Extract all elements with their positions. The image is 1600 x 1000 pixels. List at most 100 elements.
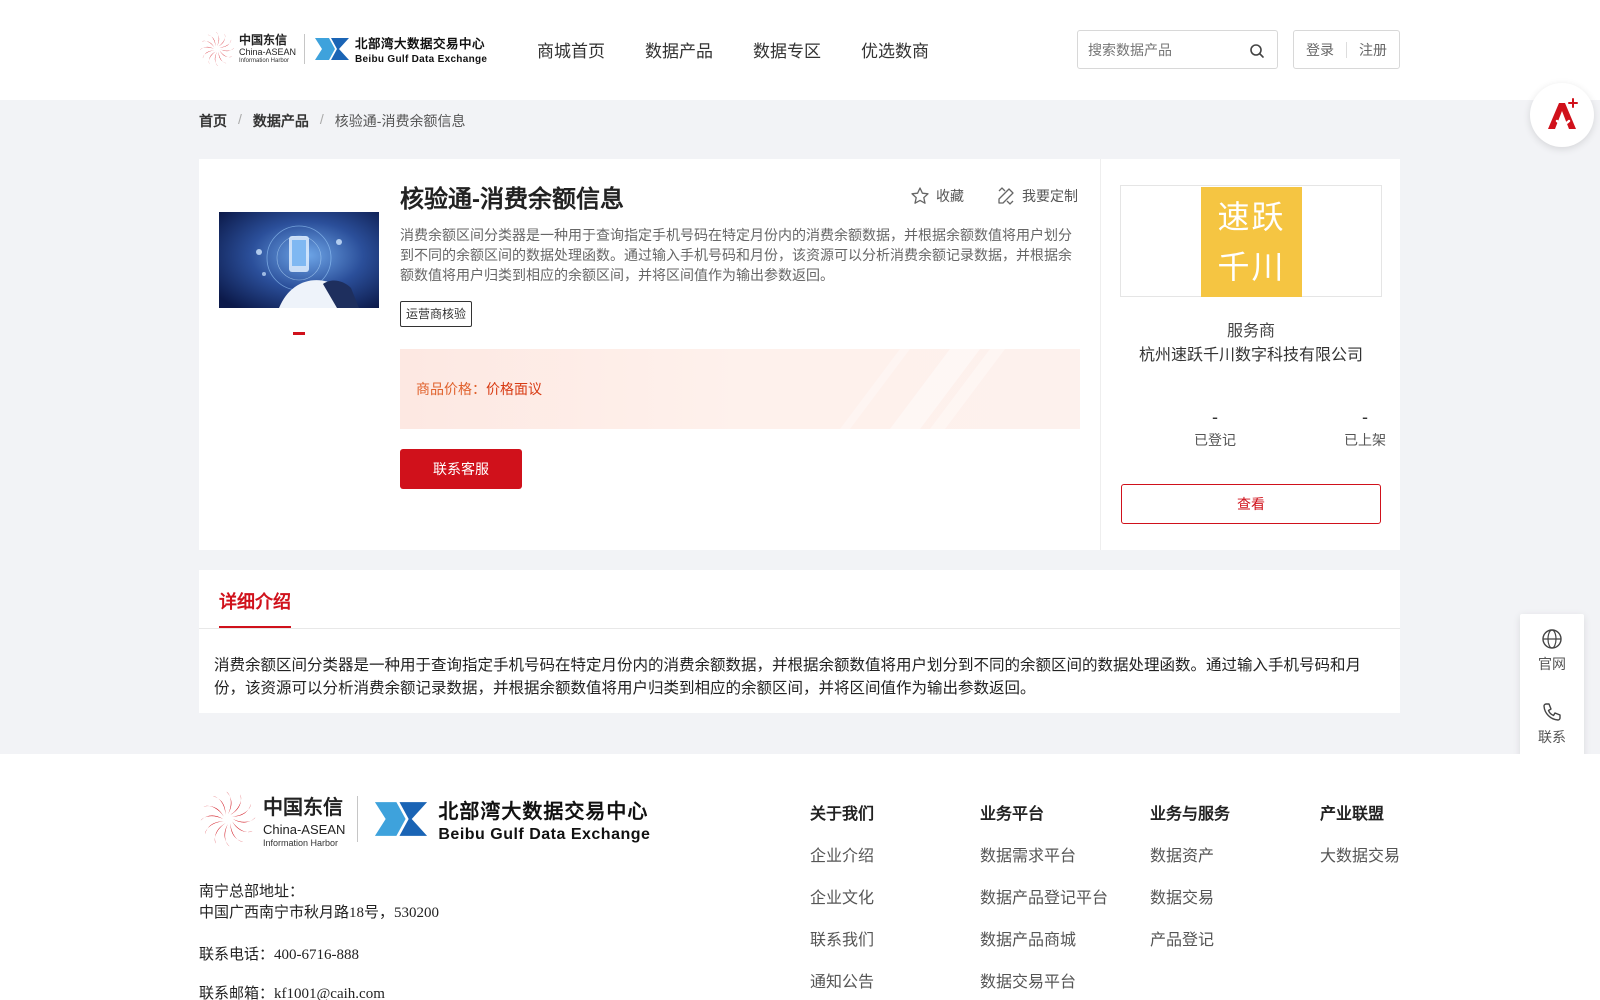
star-icon [911,187,929,204]
product-title: 核验通-消费余额信息 [400,186,624,213]
footer-email: 联系邮箱：kf1001@caih.com [199,986,385,1000]
customize-icon [998,187,1014,205]
footer-col-title: 关于我们 [810,806,875,823]
footer-col-title: 业务平台 [980,806,1045,823]
footer: 中国东信 China-ASEAN Information Harbor 北部湾大… [0,754,1600,1000]
footer-link[interactable]: 通知公告 [810,968,874,992]
contact-service-button[interactable]: 联系客服 [400,449,522,489]
price-row: 商品价格：价格面议 [416,379,542,399]
ai-assistant-icon [1548,98,1578,129]
detail-text: 消费余额区间分类器是一种用于查询指定手机号码在特定月份内的消费余额数据，并根据余… [214,657,1362,697]
breadcrumb-separator: / [319,111,324,127]
view-vendor-button[interactable]: 查看 [1121,484,1381,524]
main-content: 核验通-消费余额信息 收藏 我要定制 消费余额区间分类器是一种用于查询指定手机号… [0,140,1600,754]
product-image-graphic [219,212,379,308]
footer-link[interactable]: 产品登记 [1150,926,1230,950]
sidebar-official-label: 官网 [1538,656,1566,672]
footer-link[interactable]: 数据需求平台 [980,842,1108,866]
sidebar-contact-label: 联系 [1538,729,1566,745]
sidebar-official-site[interactable]: 官网 [1520,628,1584,674]
nav-data-products[interactable]: 数据产品 [645,37,713,62]
footer-col-title: 产业联盟 [1320,806,1385,823]
logo-bb-en: Beibu Gulf Data Exchange [355,54,488,65]
logo-divider [304,34,306,64]
main-nav: 商城首页 数据产品 数据专区 优选数商 [537,37,969,62]
nav-preferred-vendors[interactable]: 优选数商 [861,37,929,62]
vendor-logo-box: 速跃 千川 [1120,185,1382,297]
footer-col-platform: 业务平台 数据需求平台 数据产品登记平台 数据产品商城 数据交易平台 [980,800,1108,1000]
price-value: 价格面议 [486,381,542,397]
footer-logo-cn-en: China-ASEAN [263,821,346,837]
sidebar-contact[interactable]: 联系 [1520,701,1584,747]
customize-button[interactable]: 我要定制 [996,186,1078,206]
vendor-logo-line1: 速跃 [1217,198,1286,236]
footer-address: 南宁总部地址： 中国广西南宁市秋月路18号，530200 [199,882,439,924]
stat-listed: - 已上架 [1325,407,1405,450]
tab-detail[interactable]: 详细介绍 [219,588,291,614]
footer-link[interactable]: 大数据交易 [1320,842,1400,866]
search-input[interactable] [1088,40,1248,60]
tab-divider [199,628,1400,629]
footer-china-asean-logo-icon [200,791,256,847]
footer-link[interactable]: 数据产品商城 [980,926,1108,950]
footer-col-alliance: 产业联盟 大数据交易 [1320,800,1400,884]
footer-link[interactable]: 企业介绍 [810,842,874,866]
vendor-role: 服务商 [1226,323,1275,340]
vendor-logo-line2: 千川 [1217,248,1286,286]
footer-logo: 中国东信 China-ASEAN Information Harbor 北部湾大… [199,790,650,848]
floating-sidebar: 官网 联系 [1520,614,1584,760]
footer-link[interactable]: 数据产品登记平台 [980,884,1108,908]
register-link[interactable]: 注册 [1347,40,1399,60]
logo-cn-sub: Information Harbor [239,58,290,64]
footer-link[interactable]: 数据资产 [1150,842,1230,866]
vendor-logo: 速跃 千川 [1201,187,1302,297]
nav-mall-home[interactable]: 商城首页 [537,37,605,62]
breadcrumb: 首页 / 数据产品 / 核验通-消费余额信息 [199,111,465,131]
footer-logo-divider [357,796,359,842]
footer-link[interactable]: 数据交易平台 [980,968,1108,992]
globe-icon [1542,629,1562,649]
footer-link[interactable]: 数据交易 [1150,884,1230,908]
carousel-indicator[interactable] [293,332,305,335]
tab-active-indicator [219,626,291,628]
stat-listed-value: - [1362,407,1368,427]
ai-assistant-button[interactable] [1530,83,1594,147]
footer-phone: 联系电话：400-6716-888 [199,947,359,963]
footer-link[interactable]: 企业文化 [810,884,874,908]
login-link[interactable]: 登录 [1294,40,1346,60]
china-asean-logo: 中国东信 China-ASEAN Information Harbor [199,31,296,67]
breadcrumb-products[interactable]: 数据产品 [253,111,309,131]
footer-logo-bb-name: 北部湾大数据交易中心 [438,800,649,823]
beibu-logo-icon [315,38,350,60]
logo-cn-en: China-ASEAN [239,47,297,57]
breadcrumb-home[interactable]: 首页 [199,111,227,131]
footer-col-services: 业务与服务 数据资产 数据交易 产品登记 [1150,800,1230,968]
search-box [1077,30,1278,69]
china-asean-logo-icon [200,32,234,66]
price-box-decoration [840,349,1005,429]
header: 中国东信 China-ASEAN Information Harbor 北部湾大… [0,0,1600,100]
stat-registered-value: - [1212,407,1218,427]
search-icon[interactable] [1249,43,1265,59]
product-card: 核验通-消费余额信息 收藏 我要定制 消费余额区间分类器是一种用于查询指定手机号… [199,159,1100,550]
stat-listed-label: 已上架 [1344,432,1386,448]
vendor-name: 杭州速跃千川数字科技有限公司 [1138,347,1363,364]
footer-logo-cn-sub: Information Harbor [263,837,339,848]
logo-cn-name: 中国东信 [239,33,288,47]
footer-beibu-logo-icon [375,802,428,836]
product-description: 消费余额区间分类器是一种用于查询指定手机号码在特定月份内的消费余额数据，并根据余… [400,227,1072,283]
price-label: 商品价格： [416,381,486,397]
footer-link[interactable]: 联系我们 [810,926,874,950]
breadcrumb-current: 核验通-消费余额信息 [334,113,466,129]
logo-bb-name: 北部湾大数据交易中心 [355,37,486,51]
footer-address-value: 中国广西南宁市秋月路18号，530200 [199,905,440,921]
product-image[interactable] [219,212,379,308]
favorite-button[interactable]: 收藏 [910,186,964,206]
site-logo[interactable]: 中国东信 China-ASEAN Information Harbor 北部湾大… [199,30,499,68]
nav-data-zone[interactable]: 数据专区 [753,37,821,62]
beibu-logo: 北部湾大数据交易中心 Beibu Gulf Data Exchange [313,33,487,65]
favorite-label: 收藏 [936,188,964,204]
customize-label: 我要定制 [1022,188,1078,204]
stat-registered: - 已登记 [1175,407,1255,450]
footer-address-label: 南宁总部地址： [199,884,305,900]
